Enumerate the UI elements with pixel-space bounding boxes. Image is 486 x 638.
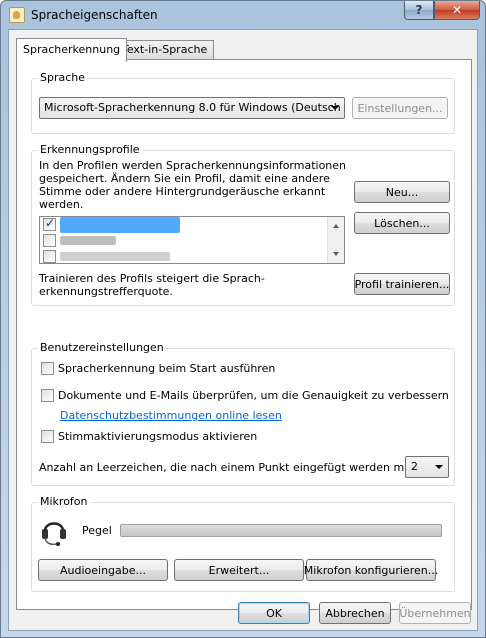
tab-spracherkennung[interactable]: Spracherkennung xyxy=(16,38,128,62)
voice-activation-label[interactable]: Stimmaktivierungsmodus aktivieren xyxy=(58,430,257,443)
speech-engine-value: Microsoft-Spracherkennung 8.0 für Window… xyxy=(44,101,345,114)
run-at-start-checkbox[interactable] xyxy=(41,362,54,375)
dialog-window: Spracheigenschaften ? ✕ Spracherkennung … xyxy=(0,0,486,638)
review-documents-checkbox[interactable] xyxy=(41,389,54,402)
profile-list[interactable] xyxy=(39,216,345,264)
list-item[interactable] xyxy=(40,233,330,249)
window-title: Spracheigenschaften xyxy=(31,8,158,22)
redacted-profile-name xyxy=(60,252,170,261)
title-bar[interactable]: Spracheigenschaften ? ✕ xyxy=(1,1,485,29)
group-label-microphone: Mikrofon xyxy=(38,495,90,508)
configure-microphone-button[interactable]: Mikrofon konfigurieren... xyxy=(304,559,438,581)
headset-icon xyxy=(42,522,66,546)
close-icon: ✕ xyxy=(451,3,463,17)
microphone-level-meter xyxy=(120,524,442,537)
group-label-sprache: Sprache xyxy=(38,71,88,84)
speech-engine-select[interactable]: Microsoft-Spracherkennung 8.0 für Window… xyxy=(39,97,345,119)
profile-checkbox[interactable] xyxy=(43,250,56,263)
new-profile-button[interactable]: Neu... xyxy=(354,181,450,203)
help-icon: ? xyxy=(415,3,423,17)
help-button[interactable]: ? xyxy=(404,1,434,20)
group-label-user-settings: Benutzereinstellungen xyxy=(38,341,166,354)
list-item[interactable] xyxy=(40,249,330,263)
list-scrollbar[interactable] xyxy=(327,217,344,263)
review-documents-label[interactable]: Dokumente und E-Mails überprüfen, um die… xyxy=(58,389,449,402)
dialog-client-area: Spracherkennung Text-in-Sprache Sprache … xyxy=(8,29,478,631)
group-microphone: Mikrofon Pegel Audioeingabe... Erweitert… xyxy=(31,495,455,592)
profile-checkbox[interactable] xyxy=(43,234,56,247)
selection-highlight xyxy=(60,217,180,233)
group-recognition-profiles: Erkennungsprofile In den Profilen werden… xyxy=(31,143,455,306)
settings-button[interactable]: Einstellungen... xyxy=(352,97,448,119)
ok-button[interactable]: OK xyxy=(238,602,310,624)
delete-profile-button[interactable]: Löschen... xyxy=(354,212,450,234)
profiles-description: In den Profilen werden Spracherkennungsi… xyxy=(39,159,347,211)
tab-text-in-sprache[interactable]: Text-in-Sprache xyxy=(115,40,215,60)
train-description: Trainieren des Profils steigert die Spra… xyxy=(39,272,265,298)
profile-checkbox[interactable] xyxy=(43,217,56,231)
chevron-down-icon xyxy=(331,106,339,110)
train-profile-button[interactable]: Profil trainieren... xyxy=(354,273,450,295)
chevron-down-icon xyxy=(435,465,443,469)
spaces-after-period-label: Anzahl an Leerzeichen, die nach einem Pu… xyxy=(39,461,441,474)
scroll-up-icon[interactable] xyxy=(333,224,339,228)
group-user-settings: Benutzereinstellungen Spracherkennung be… xyxy=(31,341,455,486)
tab-panel-spracherkennung: Sprache Microsoft-Spracherkennung 8.0 fü… xyxy=(16,59,472,610)
audio-input-button[interactable]: Audioeingabe... xyxy=(38,559,168,581)
spaces-after-period-value: 2 xyxy=(411,460,418,473)
privacy-statement-link[interactable]: Datenschutzbestimmungen online lesen xyxy=(60,409,282,422)
scroll-down-icon[interactable] xyxy=(333,252,339,256)
speech-app-icon xyxy=(9,7,25,23)
close-button[interactable]: ✕ xyxy=(434,1,480,20)
group-sprache: Sprache Microsoft-Spracherkennung 8.0 fü… xyxy=(31,71,455,134)
redacted-profile-name xyxy=(60,236,116,245)
list-item[interactable] xyxy=(40,217,330,233)
run-at-start-label[interactable]: Spracherkennung beim Start ausführen xyxy=(58,362,275,375)
advanced-button[interactable]: Erweitert... xyxy=(174,559,304,581)
cancel-button[interactable]: Abbrechen xyxy=(319,602,391,624)
spaces-after-period-select[interactable]: 2 xyxy=(405,456,449,478)
microphone-level-label: Pegel xyxy=(82,524,112,537)
apply-button[interactable]: Übernehmen xyxy=(399,602,471,624)
group-label-profiles: Erkennungsprofile xyxy=(38,143,142,156)
voice-activation-checkbox[interactable] xyxy=(41,430,54,443)
